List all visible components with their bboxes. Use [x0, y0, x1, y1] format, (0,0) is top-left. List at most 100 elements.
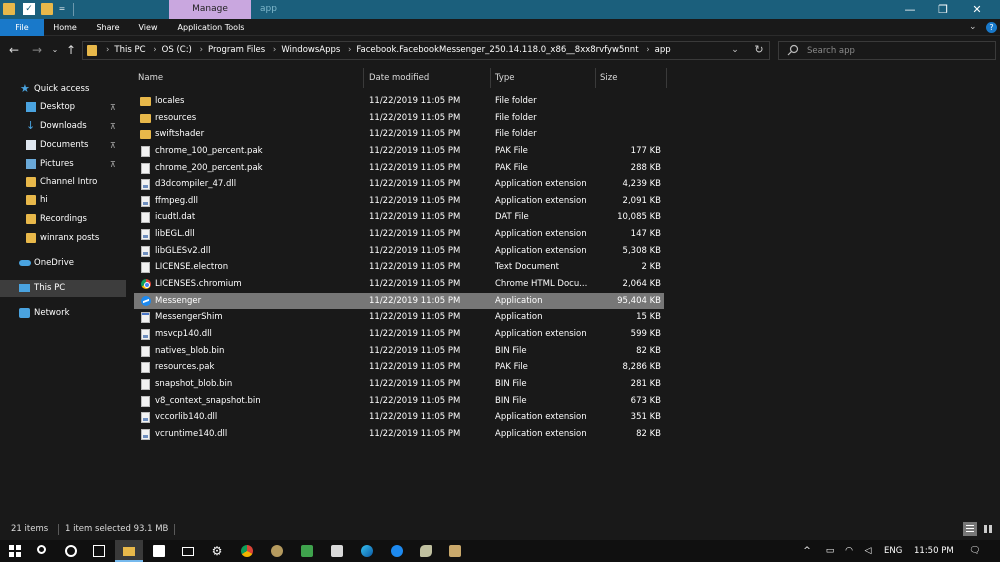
cortana-button[interactable] — [57, 540, 85, 562]
file-name: swiftshader — [155, 129, 205, 140]
taskbar-app-3[interactable] — [412, 540, 440, 562]
wifi-icon[interactable]: ◠ — [841, 540, 857, 562]
file-row[interactable]: libGLESv2.dll 11/22/2019 11:05 PM Applicat… — [134, 243, 664, 260]
sidebar-item-channel-intro[interactable]: Channel Intro — [0, 174, 126, 191]
sidebar-item-onedrive[interactable]: OneDrive — [0, 255, 126, 272]
column-header-type[interactable]: Type — [495, 68, 595, 88]
file-row[interactable]: locales 11/22/2019 11:05 PM File folder — [134, 93, 664, 110]
column-header-date[interactable]: Date modified — [369, 68, 489, 88]
breadcrumb-this-pc[interactable]: This PC — [114, 45, 145, 55]
help-icon[interactable]: ? — [986, 22, 997, 33]
sidebar-item-winranx-posts[interactable]: winranx posts — [0, 230, 126, 247]
column-divider[interactable] — [595, 68, 596, 88]
tab-share[interactable]: Share — [90, 19, 126, 36]
close-button[interactable]: ✕ — [962, 0, 992, 19]
tab-view[interactable]: View — [132, 19, 164, 36]
taskbar-app-1[interactable] — [263, 540, 291, 562]
back-button[interactable]: ← — [6, 41, 22, 59]
file-row[interactable]: swiftshader 11/22/2019 11:05 PM File folde… — [134, 126, 664, 143]
breadcrumb-messenger-package[interactable]: Facebook.FacebookMessenger_250.14.118.0_… — [356, 45, 638, 55]
file-row[interactable]: snapshot_blob.bin 11/22/2019 11:05 PM BIN … — [134, 376, 664, 393]
taskbar-edge[interactable] — [353, 540, 381, 562]
start-button[interactable] — [1, 540, 29, 562]
ribbon-expand-icon[interactable]: ⌄ — [969, 19, 977, 36]
breadcrumb-app[interactable]: app — [655, 45, 671, 55]
large-icons-view-button[interactable] — [981, 522, 995, 536]
breadcrumb-os-c[interactable]: OS (C:) — [162, 45, 192, 55]
file-row[interactable]: chrome_100_percent.pak 11/22/2019 11:05 P… — [134, 143, 664, 160]
battery-icon[interactable]: ▭ — [822, 540, 838, 562]
file-row[interactable]: d3dcompiler_47.dll 11/22/2019 11:05 PM App… — [134, 176, 664, 193]
tab-application-tools[interactable]: Application Tools — [172, 19, 250, 36]
file-date-modified: 11/22/2019 11:05 PM — [369, 179, 461, 190]
refresh-button[interactable]: ↻ — [750, 41, 768, 59]
sidebar-item-downloads[interactable]: ↓ Downloads ⊼ — [0, 118, 126, 135]
volume-icon[interactable]: ◁ — [860, 540, 876, 562]
tab-home[interactable]: Home — [48, 19, 82, 36]
sidebar-item-quick-access[interactable]: ★ Quick access — [0, 81, 126, 98]
taskbar-store[interactable] — [145, 540, 173, 562]
forward-button[interactable]: → — [29, 41, 45, 59]
file-row[interactable]: LICENSES.chromium 11/22/2019 11:05 PM Chro… — [134, 276, 664, 293]
address-dropdown-icon[interactable]: ⌄ — [728, 41, 742, 59]
notification-icon[interactable]: 🗨 — [966, 540, 984, 562]
minimize-button[interactable]: — — [895, 0, 925, 19]
file-row[interactable]: chrome_200_percent.pak 11/22/2019 11:05 P… — [134, 160, 664, 177]
file-row[interactable]: Messenger 11/22/2019 11:05 PM Application 9… — [134, 292, 664, 310]
taskbar-app-4[interactable] — [441, 540, 469, 562]
column-header-size[interactable]: Size — [600, 68, 666, 88]
file-size: 2,091 KB — [622, 195, 661, 206]
file-row[interactable]: vccorlib140.dll 11/22/2019 11:05 PM Applic… — [134, 409, 664, 426]
search-input[interactable] — [807, 43, 987, 58]
file-row[interactable]: libEGL.dll 11/22/2019 11:05 PM Application… — [134, 226, 664, 243]
column-divider[interactable] — [363, 68, 364, 88]
tab-file[interactable]: File — [0, 19, 44, 36]
properties-icon[interactable]: ✓ — [23, 3, 35, 15]
details-view-button[interactable] — [963, 522, 977, 536]
sidebar-item-desktop[interactable]: Desktop ⊼ — [0, 99, 126, 116]
sidebar-item-this-pc[interactable]: This PC — [0, 280, 126, 297]
sidebar-item-recordings[interactable]: Recordings — [0, 211, 126, 228]
taskbar-search-button[interactable] — [29, 540, 57, 562]
file-row[interactable]: resources.pak 11/22/2019 11:05 PM PAK File… — [134, 359, 664, 376]
file-row[interactable]: vcruntime140.dll 11/22/2019 11:05 PM Appli… — [134, 426, 664, 443]
file-row[interactable]: ffmpeg.dll 11/22/2019 11:05 PM Application… — [134, 193, 664, 210]
file-row[interactable]: resources 11/22/2019 11:05 PM File folder — [134, 110, 664, 127]
file-type: Chrome HTML Docu... — [495, 279, 588, 290]
desktop-icon — [26, 102, 36, 112]
file-row[interactable]: icudtl.dat 11/22/2019 11:05 PM DAT File 10,… — [134, 209, 664, 226]
file-row[interactable]: msvcp140.dll 11/22/2019 11:05 PM Applicati… — [134, 326, 664, 343]
address-bar[interactable]: › This PC › OS (C:) › Program Files › Window… — [82, 41, 770, 60]
breadcrumb-program-files[interactable]: Program Files — [208, 45, 265, 55]
column-header-name[interactable]: Name — [138, 68, 363, 88]
show-hidden-icons-button[interactable]: ^ — [800, 540, 814, 562]
taskbar-chrome[interactable] — [233, 540, 261, 562]
sidebar-item-pictures[interactable]: Pictures ⊼ — [0, 156, 126, 173]
language-indicator[interactable]: ENG — [884, 540, 902, 562]
up-button[interactable]: ↑ — [63, 41, 79, 59]
taskbar-file-explorer[interactable] — [115, 540, 143, 562]
file-row[interactable]: LICENSE.electron 11/22/2019 11:05 PM Text … — [134, 259, 664, 276]
taskbar-mail[interactable] — [174, 540, 202, 562]
recent-locations-button[interactable]: ⌄ — [49, 41, 61, 59]
search-box[interactable] — [778, 41, 996, 60]
taskbar-camtasia[interactable] — [293, 540, 321, 562]
file-row[interactable]: v8_context_snapshot.bin 11/22/2019 11:05 … — [134, 393, 664, 410]
folder-icon[interactable] — [3, 3, 15, 15]
file-row[interactable]: natives_blob.bin 11/22/2019 11:05 PM BIN F… — [134, 343, 664, 360]
maximize-button[interactable]: ❐ — [928, 0, 958, 19]
sidebar-item-hi[interactable]: hi — [0, 192, 126, 209]
taskbar-messenger[interactable] — [383, 540, 411, 562]
sidebar-item-network[interactable]: Network — [0, 305, 126, 322]
taskbar-app-2[interactable] — [323, 540, 351, 562]
breadcrumb-windowsapps[interactable]: WindowsApps — [281, 45, 340, 55]
customize-toolbar-icon[interactable]: = — [57, 3, 67, 15]
task-view-button[interactable] — [85, 540, 113, 562]
column-divider[interactable] — [666, 68, 667, 88]
clock[interactable]: 11:50 PM — [914, 540, 954, 562]
new-folder-icon[interactable] — [41, 3, 53, 15]
column-divider[interactable] — [490, 68, 491, 88]
taskbar-settings[interactable]: ⚙ — [203, 540, 231, 562]
file-row[interactable]: MessengerShim 11/22/2019 11:05 PM Applicat… — [134, 309, 664, 326]
sidebar-item-documents[interactable]: Documents ⊼ — [0, 137, 126, 154]
